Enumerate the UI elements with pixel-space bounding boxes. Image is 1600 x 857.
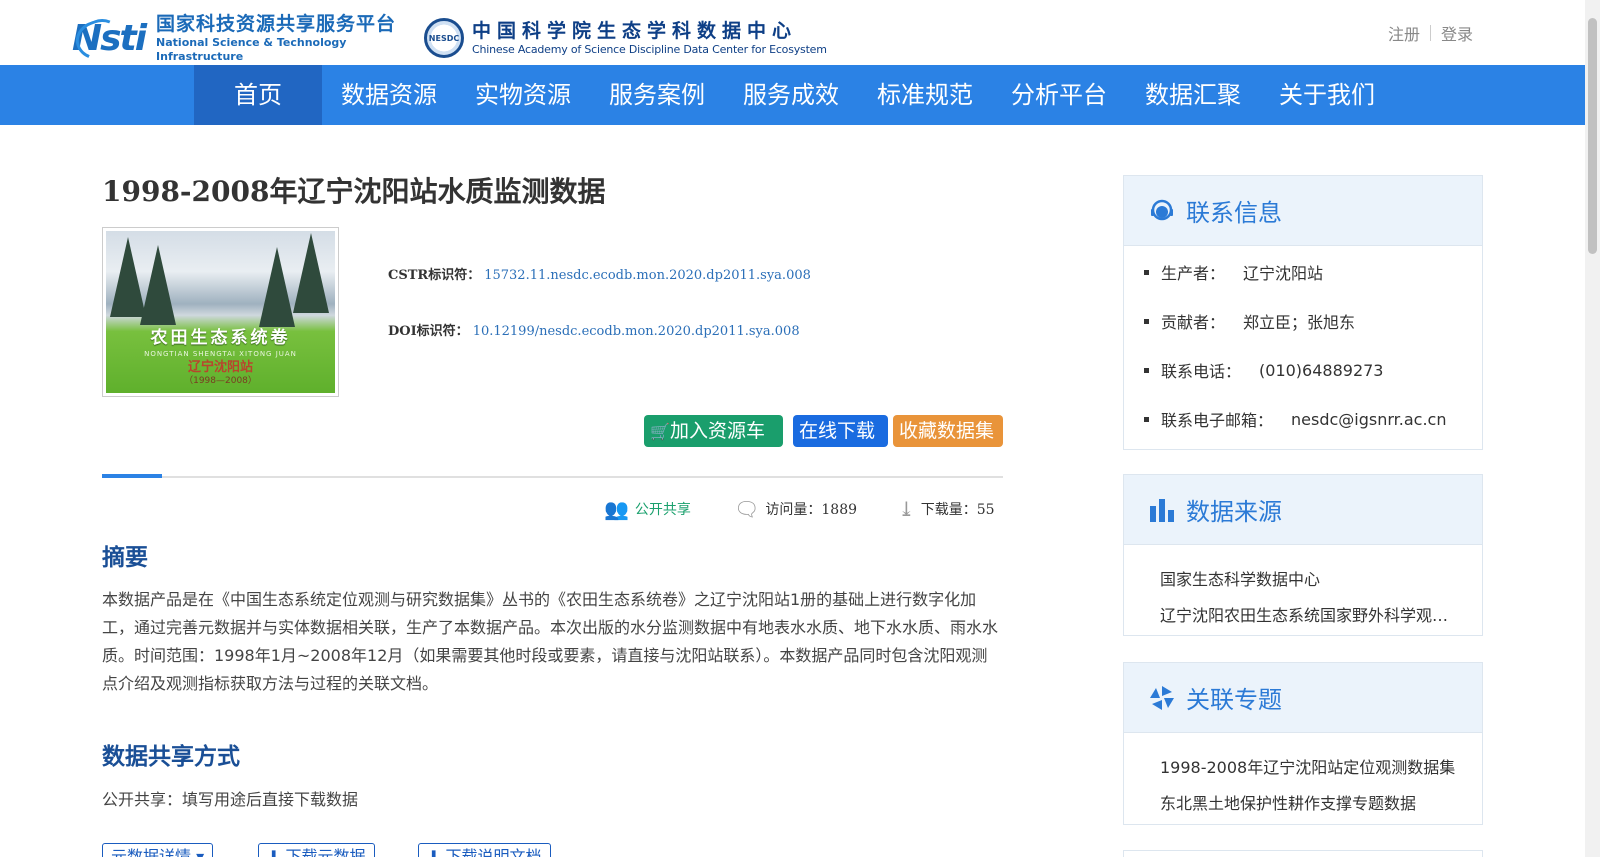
- share-method-text: 公开共享：填写用途后直接下载数据: [102, 790, 359, 809]
- download-count-text: 下载量：55: [920, 502, 995, 518]
- login-link[interactable]: 登录: [1441, 21, 1473, 45]
- nesdc-logo-cn: 中国科学院生态学科数据中心: [472, 20, 798, 42]
- main-nav-items: 首页 数据资源 实物资源 服务案例 服务成效 标准规范 分析平台 数据汇聚 关于我们: [194, 65, 1394, 125]
- share-status-text: 公开共享: [634, 502, 691, 518]
- share-method-heading: 数据共享方式: [102, 744, 240, 770]
- add-to-cart-label: 加入资源车: [670, 420, 766, 442]
- contact-label: 贡献者：: [1161, 313, 1226, 332]
- cover-pinyin: NONGTIAN SHENGTAI XITONG JUAN: [144, 350, 297, 358]
- doi-identifier: DOI标识符： 10.12199/nesdc.ecodb.mon.2020.dp2…: [388, 320, 800, 339]
- dataset-cover-image: 农田生态系统卷 NONGTIAN SHENGTAI XITONG JUAN 辽宁…: [102, 227, 339, 397]
- download-count: ⤓ 下载量：55: [898, 497, 995, 521]
- sidebar-next-card: [1123, 850, 1483, 857]
- nesdc-logo-en: Chinese Academy of Science Discipline Da…: [472, 43, 827, 56]
- nav-item[interactable]: 数据资源: [322, 65, 456, 125]
- doi-link[interactable]: 10.12199/nesdc.ecodb.mon.2020.dp2011.sya…: [473, 324, 800, 339]
- nav-item[interactable]: 分析平台: [992, 65, 1126, 125]
- contact-email: 联系电子邮箱： nesdc@igsnrr.ac.cn: [1144, 407, 1446, 431]
- cover-station: 辽宁沈阳站: [187, 360, 253, 375]
- related-topics-card-header: 关联专题: [1124, 663, 1482, 733]
- cover-tree: [140, 245, 176, 325]
- data-source-card-title: 数据来源: [1186, 498, 1282, 526]
- contact-card: 联系信息 生产者： 辽宁沈阳站 贡献者： 郑立臣；张旭东 联系电话： (010)648…: [1123, 175, 1483, 450]
- related-topics-card: 关联专题 1998-2008年辽宁沈阳站定位观测数据集 东北黑土地保护性耕作支撑…: [1123, 662, 1483, 825]
- contact-card-header: 联系信息: [1124, 176, 1482, 246]
- doi-label: DOI标识符：: [388, 324, 469, 339]
- nav-item[interactable]: 标准规范: [858, 65, 992, 125]
- cstr-link[interactable]: 15732.11.nesdc.ecodb.mon.2020.dp2011.sya…: [484, 268, 811, 283]
- customer-service-icon: [1151, 199, 1173, 220]
- share-status: 👥 公开共享: [604, 497, 691, 521]
- contact-card-title: 联系信息: [1186, 199, 1282, 227]
- nsti-logo-cn: 国家科技资源共享服务平台: [156, 13, 397, 35]
- data-source-card: 数据来源 国家生态科学数据中心 辽宁沈阳农田生态系统国家野外科学观测研究站: [1123, 474, 1483, 636]
- topic-link[interactable]: 东北黑土地保护性耕作支撑专题数据: [1160, 790, 1460, 814]
- contact-contributor: 贡献者： 郑立臣；张旭东: [1144, 309, 1355, 333]
- download-metadata-button[interactable]: ⬇ 下载元数据: [258, 843, 375, 857]
- download-doc-button[interactable]: ⬇ 下载说明文档: [418, 843, 551, 857]
- contact-value: 郑立臣；张旭东: [1243, 313, 1356, 332]
- topic-pinwheel-icon: [1150, 685, 1174, 710]
- source-link[interactable]: 辽宁沈阳农田生态系统国家野外科学观测研究站: [1160, 602, 1460, 626]
- contact-label: 生产者：: [1161, 264, 1226, 283]
- page-title: 1998-2008年辽宁沈阳站水质监测数据: [102, 175, 606, 208]
- contact-value: (010)64889273: [1259, 360, 1384, 380]
- auth-links: 注册 登录: [1388, 21, 1473, 45]
- cstr-identifier: CSTR标识符： 15732.11.nesdc.ecodb.mon.2020.dp…: [388, 264, 811, 283]
- cover-years: （1998—2008）: [184, 376, 257, 386]
- nsti-logo-en: National Science & Technology Infrastruc…: [156, 36, 347, 63]
- main-nav: 首页 数据资源 实物资源 服务案例 服务成效 标准规范 分析平台 数据汇聚 关于我们: [0, 65, 1585, 125]
- add-to-cart-button[interactable]: 🛒加入资源车: [644, 415, 783, 447]
- nesdc-logo[interactable]: NESDC 中国科学院生态学科数据中心 Chinese Academy of S…: [424, 16, 827, 60]
- data-source-card-header: 数据来源: [1124, 475, 1482, 545]
- contact-label: 联系电子邮箱：: [1161, 411, 1274, 430]
- site-header: Nsti 国家科技资源共享服务平台 National Science & Tec…: [0, 0, 1585, 65]
- auth-divider: [1429, 25, 1431, 41]
- favorite-dataset-button[interactable]: 收藏数据集: [893, 415, 1003, 447]
- nesdc-seal-icon: NESDC: [424, 18, 464, 58]
- tab-divider: [102, 476, 1003, 478]
- contact-producer: 生产者： 辽宁沈阳站: [1144, 260, 1323, 284]
- comment-icon: 🗨: [734, 497, 760, 521]
- nsti-logo[interactable]: Nsti 国家科技资源共享服务平台 National Science & Tec…: [72, 13, 412, 63]
- cart-icon: 🛒: [650, 422, 670, 441]
- contact-label: 联系电话：: [1161, 362, 1242, 381]
- cover-title: 农田生态系统卷: [150, 328, 291, 348]
- abstract-heading: 摘要: [102, 545, 148, 571]
- bar-chart-icon: [1150, 498, 1174, 522]
- online-download-button[interactable]: 在线下载: [793, 415, 888, 447]
- register-link[interactable]: 注册: [1388, 21, 1420, 45]
- nsti-logo-mark: Nsti: [72, 18, 152, 59]
- tab-active-indicator: [102, 474, 162, 478]
- contact-value: 辽宁沈阳站: [1243, 264, 1324, 283]
- related-topics-card-title: 关联专题: [1186, 686, 1282, 714]
- topic-link[interactable]: 1998-2008年辽宁沈阳站定位观测数据集: [1160, 754, 1460, 778]
- page-scrollbar[interactable]: [1585, 0, 1600, 857]
- users-icon: 👥: [604, 497, 629, 521]
- nav-item[interactable]: 实物资源: [456, 65, 590, 125]
- nav-item[interactable]: 服务案例: [590, 65, 724, 125]
- nav-item[interactable]: 首页: [194, 65, 322, 125]
- nav-item[interactable]: 关于我们: [1260, 65, 1394, 125]
- metadata-details-button[interactable]: 元数据详情 ▾: [102, 843, 214, 857]
- abstract-text: 本数据产品是在《中国生态系统定位观测与研究数据集》丛书的《农田生态系统卷》之辽宁…: [102, 590, 999, 693]
- contact-phone: 联系电话： (010)64889273: [1144, 358, 1383, 382]
- nav-item[interactable]: 数据汇聚: [1126, 65, 1260, 125]
- contact-value[interactable]: nesdc@igsnrr.ac.cn: [1291, 410, 1446, 429]
- visit-count-text: 访问量：1889: [765, 502, 858, 518]
- cstr-label: CSTR标识符：: [388, 268, 481, 283]
- visit-count: 🗨 访问量：1889: [734, 497, 857, 521]
- cover-tree: [259, 247, 295, 327]
- download-icon: ⤓: [898, 497, 915, 521]
- cover-tree: [293, 233, 329, 313]
- nav-item[interactable]: 服务成效: [724, 65, 858, 125]
- scrollbar-thumb[interactable]: [1588, 18, 1597, 254]
- source-link[interactable]: 国家生态科学数据中心: [1160, 566, 1460, 590]
